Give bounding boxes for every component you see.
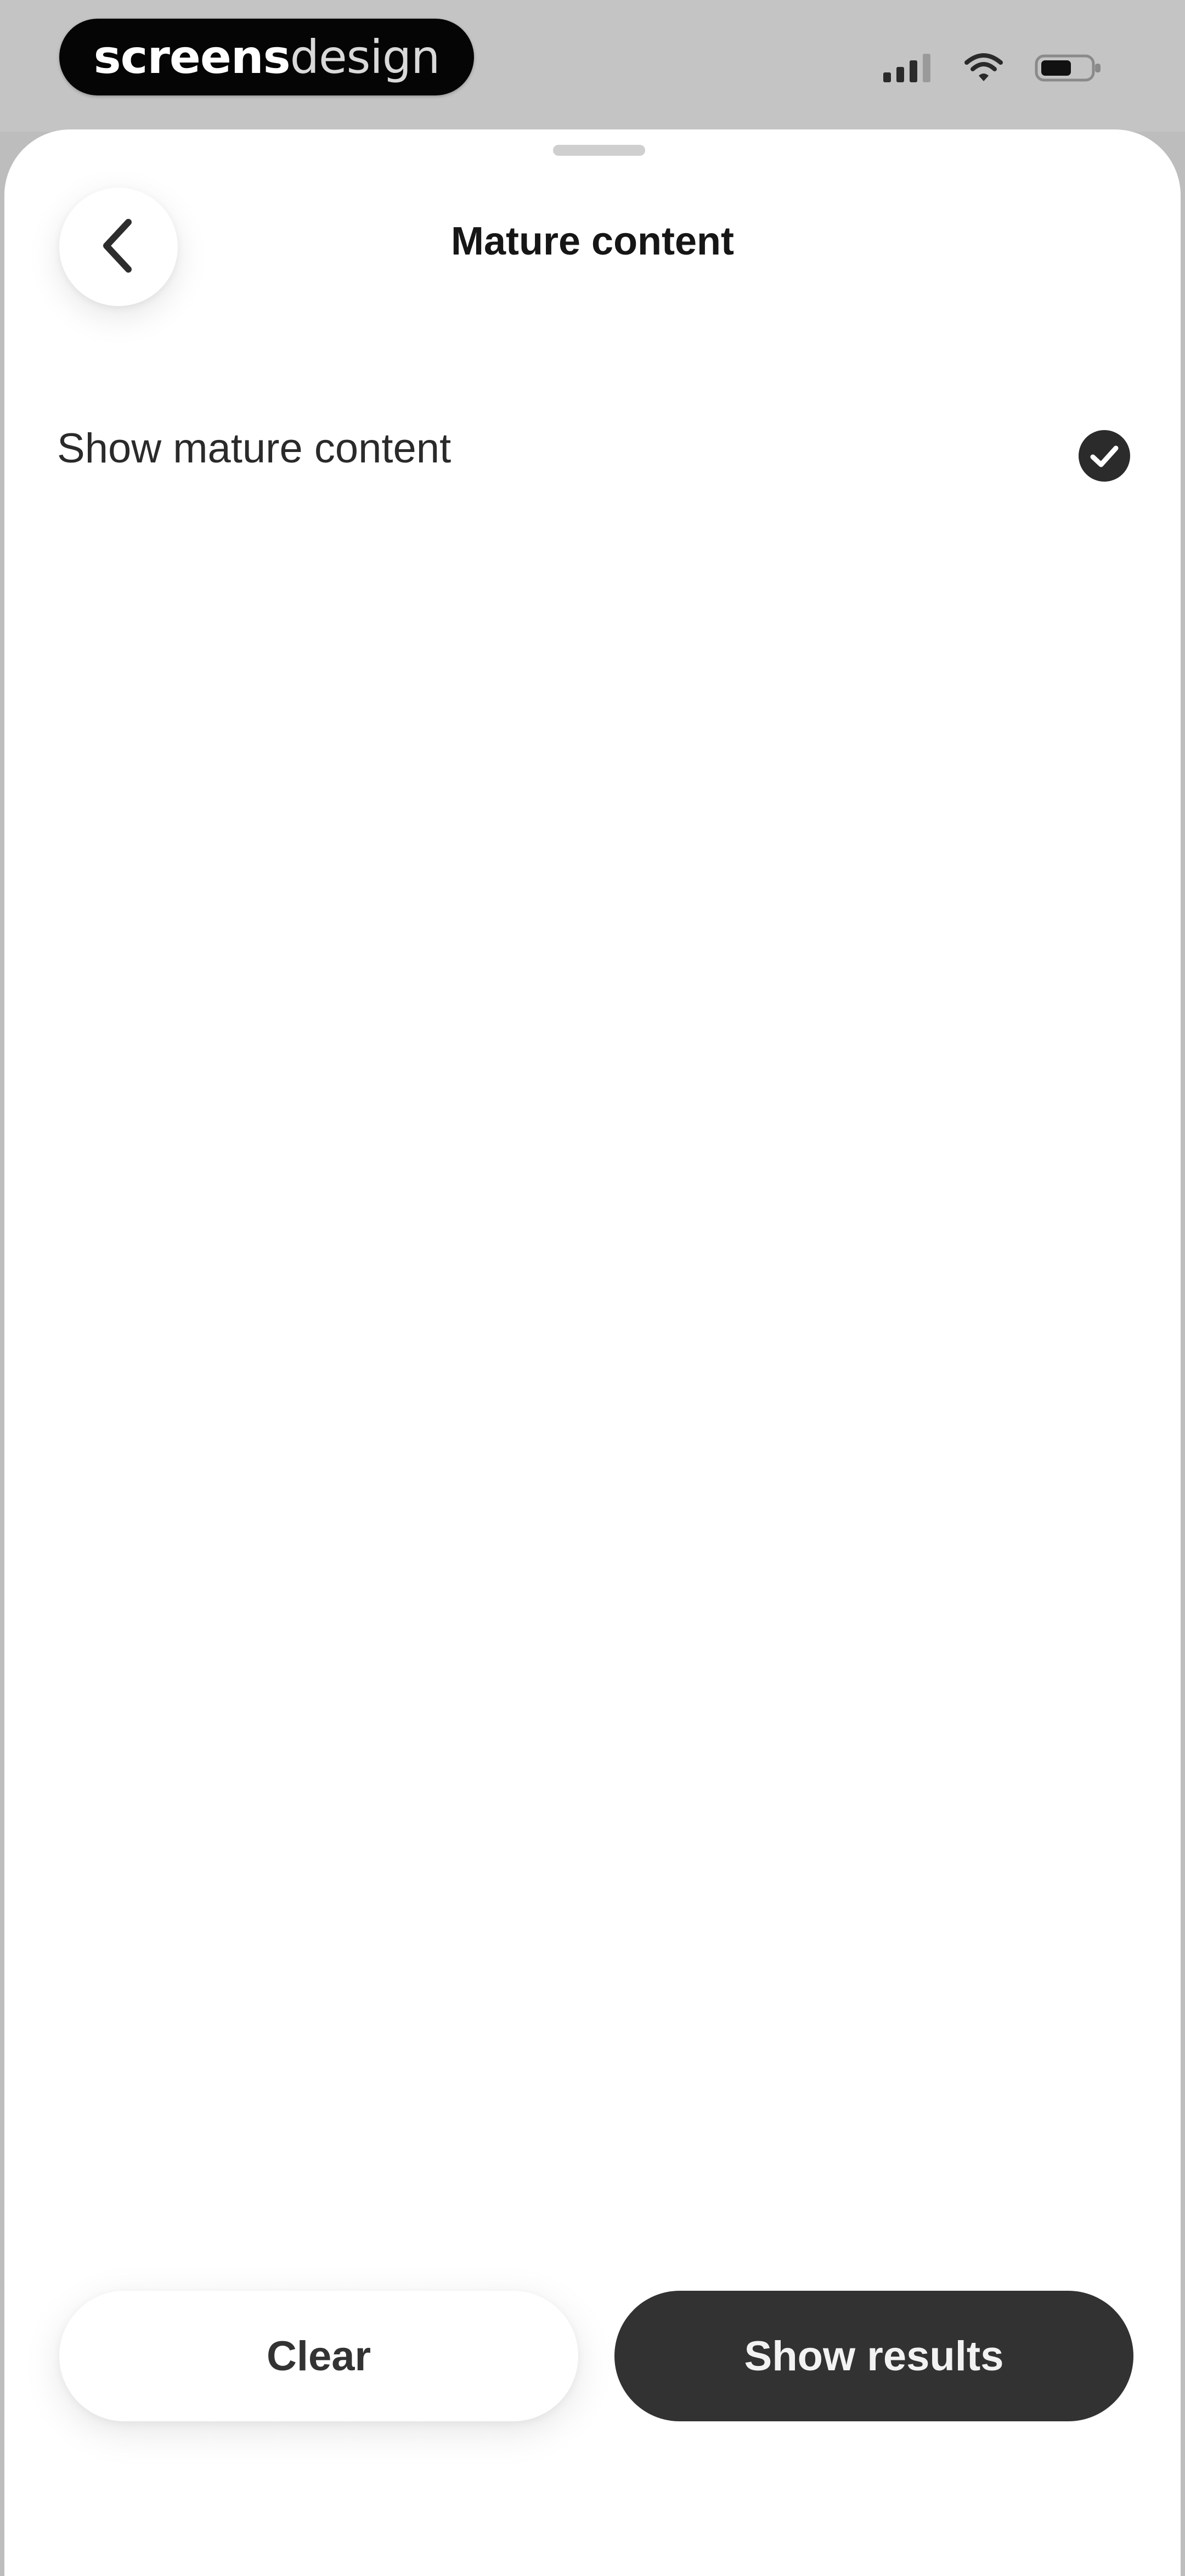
mature-content-sheet: Mature content Show mature content Clear… (4, 129, 1181, 2576)
option-show-mature-content[interactable]: Show mature content (4, 393, 1181, 502)
show-results-button[interactable]: Show results (614, 2291, 1133, 2421)
sheet-drag-handle[interactable] (553, 145, 645, 156)
screensdesign-logo: screensdesign (59, 19, 474, 95)
logo-text: screensdesign (94, 34, 441, 80)
logo-text-light: design (290, 30, 441, 84)
battery-icon (1035, 53, 1103, 83)
wifi-icon (964, 53, 1003, 83)
clear-button[interactable]: Clear (59, 2291, 578, 2421)
page-title: Mature content (450, 219, 735, 263)
check-circle-icon[interactable] (1077, 429, 1131, 483)
status-bar: screensdesign (0, 0, 1185, 132)
logo-text-bold: screens (93, 30, 291, 84)
cellular-signal-icon (882, 53, 933, 83)
status-icons (882, 53, 1103, 83)
option-label: Show mature content (57, 425, 452, 472)
